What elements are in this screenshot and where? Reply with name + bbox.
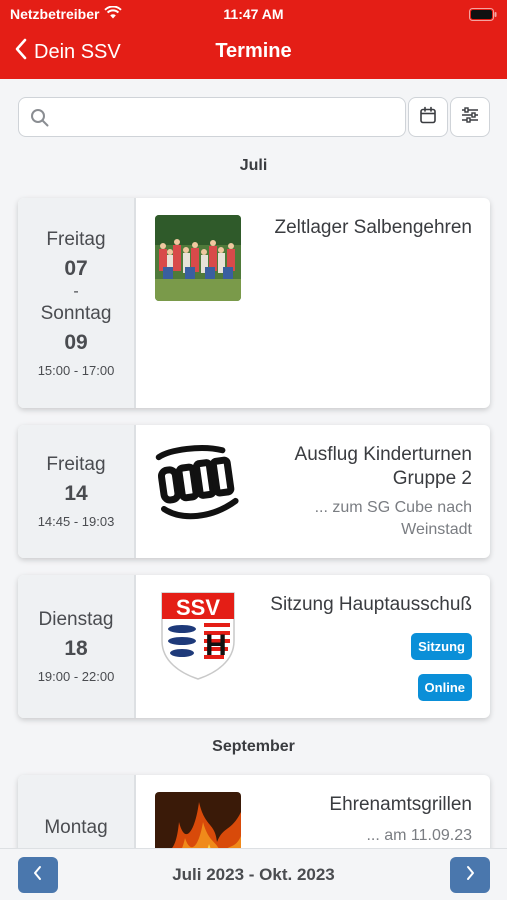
chevron-right-icon: [464, 865, 476, 886]
ssv-logo: SSV H: [158, 589, 238, 681]
battery-icon: [469, 8, 497, 24]
sliders-icon: [460, 106, 480, 129]
event-start-date: 14: [64, 482, 88, 505]
event-start-date: 18: [64, 637, 88, 660]
chevron-left-icon: [32, 865, 44, 886]
event-card-zeltlager[interactable]: Freitag 07 - Sonntag 09 15:00 - 17:00 Ze…: [18, 198, 490, 408]
event-title: Sitzung Hauptausschuß: [270, 594, 472, 615]
event-time: 15:00 - 17:00: [37, 362, 115, 378]
event-time: 14:45 - 19:03: [37, 514, 115, 529]
event-time: 19:00 - 22:00: [37, 669, 115, 684]
event-image-sg-cube-logo: [155, 442, 241, 528]
ssv-logo-text: SSV: [176, 595, 220, 620]
event-end-date: 09: [64, 330, 88, 354]
event-title-line2: Gruppe 2: [392, 468, 472, 489]
event-start-day: Freitag: [46, 228, 106, 250]
event-subtitle: ... zum SG Cube nach Weinstadt: [315, 497, 472, 541]
event-start-day: Freitag: [46, 454, 106, 475]
status-time: 11:47 AM: [223, 6, 284, 22]
event-start-day: Montag: [44, 817, 108, 838]
event-title: Ehrenamtsgrillen: [329, 794, 472, 815]
search-icon: [30, 108, 50, 133]
event-start-date: 07: [64, 256, 88, 280]
search-box[interactable]: [18, 97, 406, 137]
search-input[interactable]: [59, 98, 399, 136]
event-date-column: Freitag 14 14:45 - 19:03: [18, 425, 136, 558]
month-header-september: September: [212, 738, 295, 755]
event-title: Zeltlager Salbengehren: [274, 217, 472, 238]
back-label: Dein SSV: [34, 40, 121, 63]
event-card-ausflug[interactable]: Freitag 14 14:45 - 19:03 Ausflug Kindert…: [18, 425, 490, 558]
navigation-bar: Dein SSV Termine: [0, 36, 507, 70]
filter-button[interactable]: [450, 97, 490, 137]
calendar-icon: [419, 106, 437, 129]
header-bar: Netzbetreiber 11:47 AM Dein SSV Termine: [0, 0, 507, 79]
search-row: [18, 97, 490, 137]
event-subtitle-line1: ... zum SG Cube nach: [314, 499, 472, 516]
previous-period-button[interactable]: [18, 857, 58, 893]
event-subtitle: ... am 11.09.23: [366, 827, 472, 844]
event-date-separator: -: [73, 282, 79, 300]
next-period-button[interactable]: [450, 857, 490, 893]
event-date-column: Dienstag 18 19:00 - 22:00: [18, 575, 136, 718]
period-label: Juli 2023 - Okt. 2023: [172, 865, 335, 884]
chevron-left-icon: [14, 38, 28, 66]
event-card-sitzung[interactable]: Dienstag 18 19:00 - 22:00 SSV H Sitzung …: [18, 575, 490, 718]
event-start-day: Dienstag: [38, 609, 114, 630]
badge-online[interactable]: Online: [417, 674, 472, 701]
event-title-line1: Ausflug Kinderturnen: [294, 444, 472, 465]
event-subtitle-line2: Weinstadt: [401, 521, 472, 538]
status-bar: Netzbetreiber 11:47 AM: [0, 5, 507, 24]
calendar-button[interactable]: [408, 97, 448, 137]
event-title: Ausflug Kinderturnen Gruppe 2: [295, 443, 472, 491]
event-image-group-photo: [155, 215, 241, 301]
date-range-pager: Juli 2023 - Okt. 2023: [0, 848, 507, 900]
event-date-column: Freitag 07 - Sonntag 09 15:00 - 17:00: [18, 198, 136, 408]
back-button[interactable]: Dein SSV: [14, 38, 121, 66]
ssv-logo-letter: H: [205, 629, 227, 662]
month-header-july: Juli: [239, 157, 268, 174]
event-end-day: Sonntag: [40, 302, 112, 324]
badge-sitzung[interactable]: Sitzung: [411, 633, 472, 660]
